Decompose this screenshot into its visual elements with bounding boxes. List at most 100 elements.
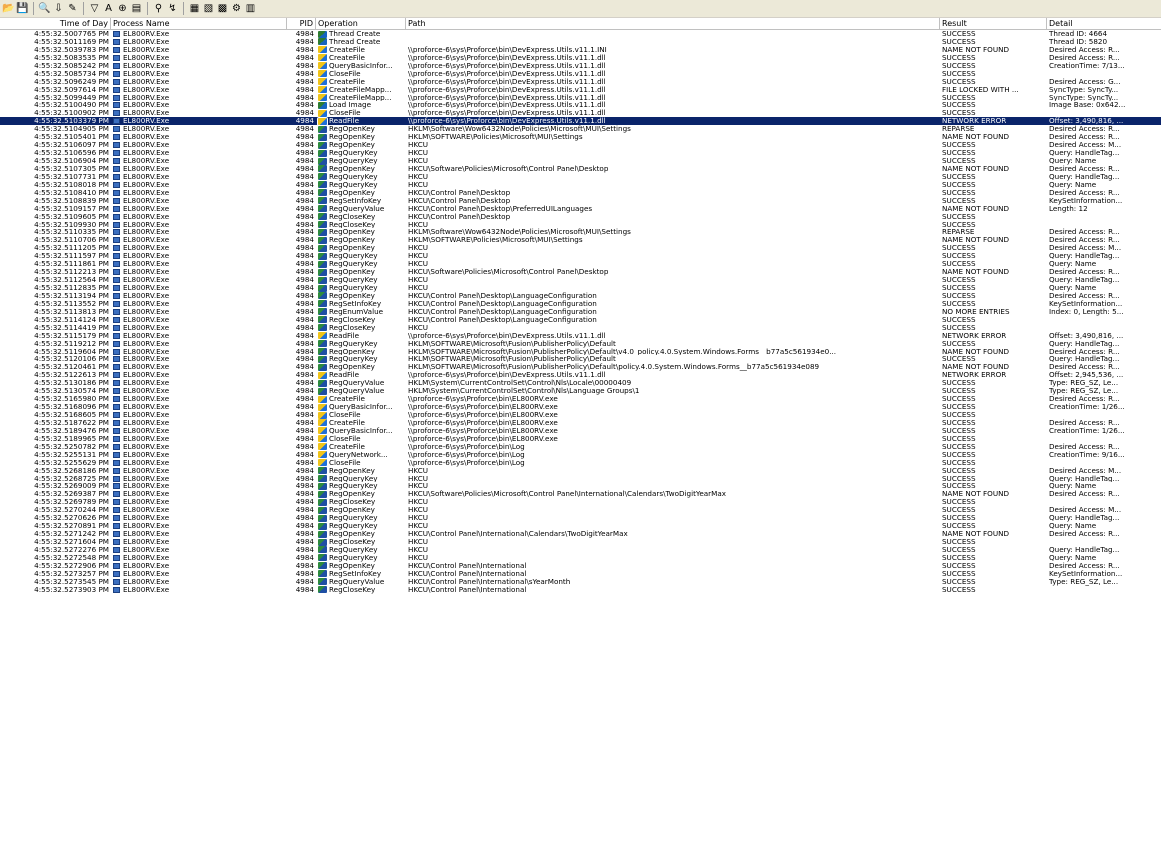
table-row[interactable]: 4:55:32.5130574 PM EL800RV.Exe 4984 RegQuer… <box>0 387 1161 395</box>
table-row[interactable]: 4:55:32.5120461 PM EL800RV.Exe 4984 RegOpen… <box>0 363 1161 371</box>
table-row[interactable]: 4:55:32.5270244 PM EL800RV.Exe 4984 RegOpen… <box>0 506 1161 514</box>
network-icon[interactable]: ⊕ <box>116 2 129 15</box>
table-row[interactable]: 4:55:32.5107731 PM EL800RV.Exe 4984 RegQuer… <box>0 173 1161 181</box>
table-row[interactable]: 4:55:32.5189965 PM EL800RV.Exe 4984 CloseFi… <box>0 435 1161 443</box>
jump-icon[interactable]: ↯ <box>166 2 179 15</box>
network-activity-icon[interactable]: ▩ <box>216 2 229 15</box>
table-row[interactable]: 4:55:32.5109605 PM EL800RV.Exe 4984 RegClos… <box>0 213 1161 221</box>
table-row[interactable]: 4:55:32.5107305 PM EL800RV.Exe 4984 RegOpen… <box>0 165 1161 173</box>
table-row[interactable]: 4:55:32.5085242 PM EL800RV.Exe 4984 QueryBa… <box>0 62 1161 70</box>
table-row[interactable]: 4:55:32.5113194 PM EL800RV.Exe 4984 RegOpen… <box>0 292 1161 300</box>
autoscroll-icon[interactable]: ⇩ <box>52 2 65 15</box>
find-icon[interactable]: ⚲ <box>152 2 165 15</box>
table-row[interactable]: 4:55:32.5109157 PM EL800RV.Exe 4984 RegQuer… <box>0 205 1161 213</box>
table-row[interactable]: 4:55:32.5119212 PM EL800RV.Exe 4984 RegQuer… <box>0 340 1161 348</box>
table-row[interactable]: 4:55:32.5112835 PM EL800RV.Exe 4984 RegQuer… <box>0 284 1161 292</box>
save-icon[interactable]: 💾 <box>16 2 29 15</box>
registry-activity-icon[interactable]: ▦ <box>188 2 201 15</box>
table-row[interactable]: 4:55:32.5110335 PM EL800RV.Exe 4984 RegOpen… <box>0 228 1161 236</box>
table-row[interactable]: 4:55:32.5110706 PM EL800RV.Exe 4984 RegOpen… <box>0 236 1161 244</box>
column-header-time[interactable]: Time of Day <box>0 18 111 29</box>
table-row[interactable]: 4:55:32.5270891 PM EL800RV.Exe 4984 RegQuer… <box>0 522 1161 530</box>
process-cell: EL800RV.Exe <box>111 451 287 459</box>
table-row[interactable]: 4:55:32.5120106 PM EL800RV.Exe 4984 RegQuer… <box>0 355 1161 363</box>
process-cell: EL800RV.Exe <box>111 46 287 54</box>
process-tree-icon[interactable]: ▤ <box>130 2 143 15</box>
filter-icon[interactable]: ▽ <box>88 2 101 15</box>
column-header-result[interactable]: Result <box>940 18 1047 29</box>
table-row[interactable]: 4:55:32.5273257 PM EL800RV.Exe 4984 RegSetI… <box>0 570 1161 578</box>
table-row[interactable]: 4:55:32.5108410 PM EL800RV.Exe 4984 RegOpen… <box>0 189 1161 197</box>
table-row[interactable]: 4:55:32.5114419 PM EL800RV.Exe 4984 RegClos… <box>0 324 1161 332</box>
table-row[interactable]: 4:55:32.5103379 PM EL800RV.Exe 4984 ReadFil… <box>0 117 1161 126</box>
table-row[interactable]: 4:55:32.5269009 PM EL800RV.Exe 4984 RegQuer… <box>0 482 1161 490</box>
table-row[interactable]: 4:55:32.5105401 PM EL800RV.Exe 4984 RegOpen… <box>0 133 1161 141</box>
table-row[interactable]: 4:55:32.5108839 PM EL800RV.Exe 4984 RegSetI… <box>0 197 1161 205</box>
table-row[interactable]: 4:55:32.5269789 PM EL800RV.Exe 4984 RegClos… <box>0 498 1161 506</box>
table-row[interactable]: 4:55:32.5273545 PM EL800RV.Exe 4984 RegQuer… <box>0 578 1161 586</box>
table-row[interactable]: 4:55:32.5273903 PM EL800RV.Exe 4984 RegClos… <box>0 586 1161 594</box>
table-row[interactable]: 4:55:32.5255629 PM EL800RV.Exe 4984 CloseFi… <box>0 459 1161 467</box>
open-icon[interactable]: 📂 <box>2 2 15 15</box>
table-row[interactable]: 4:55:32.5115179 PM EL800RV.Exe 4984 ReadFil… <box>0 332 1161 340</box>
file-activity-icon[interactable]: ▧ <box>202 2 215 15</box>
column-header-pid[interactable]: PID <box>287 18 316 29</box>
table-row[interactable]: 4:55:32.5268725 PM EL800RV.Exe 4984 RegQuer… <box>0 475 1161 483</box>
table-row[interactable]: 4:55:32.5111597 PM EL800RV.Exe 4984 RegQuer… <box>0 252 1161 260</box>
column-header-path[interactable]: Path <box>406 18 940 29</box>
table-row[interactable]: 4:55:32.5272548 PM EL800RV.Exe 4984 RegQuer… <box>0 554 1161 562</box>
table-row[interactable]: 4:55:32.5168605 PM EL800RV.Exe 4984 CloseFi… <box>0 411 1161 419</box>
table-row[interactable]: 4:55:32.5119604 PM EL800RV.Exe 4984 RegOpen… <box>0 348 1161 356</box>
table-row[interactable]: 4:55:32.5271604 PM EL800RV.Exe 4984 RegClos… <box>0 538 1161 546</box>
table-row[interactable]: 4:55:32.5085734 PM EL800RV.Exe 4984 CloseFi… <box>0 70 1161 78</box>
table-row[interactable]: 4:55:32.5272276 PM EL800RV.Exe 4984 RegQuer… <box>0 546 1161 554</box>
highlight-icon[interactable]: A <box>102 2 115 15</box>
table-row[interactable]: 4:55:32.5100490 PM EL800RV.Exe 4984 Load Im… <box>0 101 1161 109</box>
table-row[interactable]: 4:55:32.5112213 PM EL800RV.Exe 4984 RegOpen… <box>0 268 1161 276</box>
table-row[interactable]: 4:55:32.5272906 PM EL800RV.Exe 4984 RegOpen… <box>0 562 1161 570</box>
table-row[interactable]: 4:55:32.5113813 PM EL800RV.Exe 4984 RegEnum… <box>0 308 1161 316</box>
table-row[interactable]: 4:55:32.5111205 PM EL800RV.Exe 4984 RegOpen… <box>0 244 1161 252</box>
table-row[interactable]: 4:55:32.5270626 PM EL800RV.Exe 4984 RegQuer… <box>0 514 1161 522</box>
profiling-icon[interactable]: ▥ <box>244 2 257 15</box>
table-row[interactable]: 4:55:32.5271242 PM EL800RV.Exe 4984 RegOpen… <box>0 530 1161 538</box>
table-row[interactable]: 4:55:32.5097614 PM EL800RV.Exe 4984 CreateF… <box>0 86 1161 94</box>
table-row[interactable]: 4:55:32.5011169 PM EL800RV.Exe 4984 Thread … <box>0 38 1161 46</box>
table-row[interactable]: 4:55:32.5007765 PM EL800RV.Exe 4984 Thread … <box>0 30 1161 38</box>
table-row[interactable]: 4:55:32.5083535 PM EL800RV.Exe 4984 CreateF… <box>0 54 1161 62</box>
table-row[interactable]: 4:55:32.5106097 PM EL800RV.Exe 4984 RegOpen… <box>0 141 1161 149</box>
capture-icon[interactable]: 🔍 <box>38 2 51 15</box>
table-row[interactable]: 4:55:32.5269387 PM EL800RV.Exe 4984 RegOpen… <box>0 490 1161 498</box>
table-row[interactable]: 4:55:32.5100902 PM EL800RV.Exe 4984 CloseFi… <box>0 109 1161 117</box>
table-row[interactable]: 4:55:32.5099449 PM EL800RV.Exe 4984 CreateF… <box>0 94 1161 102</box>
table-row[interactable]: 4:55:32.5111861 PM EL800RV.Exe 4984 RegQuer… <box>0 260 1161 268</box>
table-row[interactable]: 4:55:32.5113552 PM EL800RV.Exe 4984 RegSetI… <box>0 300 1161 308</box>
operation-name: RegQueryKey <box>329 474 378 483</box>
table-row[interactable]: 4:55:32.5109930 PM EL800RV.Exe 4984 RegClos… <box>0 221 1161 229</box>
table-row[interactable]: 4:55:32.5112564 PM EL800RV.Exe 4984 RegQuer… <box>0 276 1161 284</box>
table-row[interactable]: 4:55:32.5108018 PM EL800RV.Exe 4984 RegQuer… <box>0 181 1161 189</box>
table-row[interactable]: 4:55:32.5122613 PM EL800RV.Exe 4984 ReadFil… <box>0 371 1161 379</box>
table-row[interactable]: 4:55:32.5168096 PM EL800RV.Exe 4984 QueryBa… <box>0 403 1161 411</box>
table-row[interactable]: 4:55:32.5106596 PM EL800RV.Exe 4984 RegQuer… <box>0 149 1161 157</box>
table-row[interactable]: 4:55:32.5104905 PM EL800RV.Exe 4984 RegOpen… <box>0 125 1161 133</box>
column-header-process[interactable]: Process Name <box>111 18 287 29</box>
column-header-detail[interactable]: Detail <box>1047 18 1139 29</box>
process-name: EL800RV.Exe <box>123 347 170 356</box>
table-row[interactable]: 4:55:32.5250782 PM EL800RV.Exe 4984 CreateF… <box>0 443 1161 451</box>
table-row[interactable]: 4:55:32.5039783 PM EL800RV.Exe 4984 CreateF… <box>0 46 1161 54</box>
table-row[interactable]: 4:55:32.5106904 PM EL800RV.Exe 4984 RegQuer… <box>0 157 1161 165</box>
detail-cell: Desired Access: R... <box>1049 490 1120 499</box>
table-row[interactable]: 4:55:32.5165980 PM EL800RV.Exe 4984 CreateF… <box>0 395 1161 403</box>
table-row[interactable]: 4:55:32.5130186 PM EL800RV.Exe 4984 RegQuer… <box>0 379 1161 387</box>
column-header-operation[interactable]: Operation <box>316 18 406 29</box>
clear-icon[interactable]: ✎ <box>66 2 79 15</box>
table-row[interactable]: 4:55:32.5268186 PM EL800RV.Exe 4984 RegOpen… <box>0 467 1161 475</box>
table-row[interactable]: 4:55:32.5255131 PM EL800RV.Exe 4984 QueryNe… <box>0 451 1161 459</box>
table-row[interactable]: 4:55:32.5114124 PM EL800RV.Exe 4984 RegClos… <box>0 316 1161 324</box>
table-row[interactable]: 4:55:32.5187622 PM EL800RV.Exe 4984 CreateF… <box>0 419 1161 427</box>
table-row[interactable]: 4:55:32.5096249 PM EL800RV.Exe 4984 CreateF… <box>0 78 1161 86</box>
process-activity-icon[interactable]: ⚙ <box>230 2 243 15</box>
table-row[interactable]: 4:55:32.5189476 PM EL800RV.Exe 4984 QueryBa… <box>0 427 1161 435</box>
file-icon <box>318 419 327 427</box>
